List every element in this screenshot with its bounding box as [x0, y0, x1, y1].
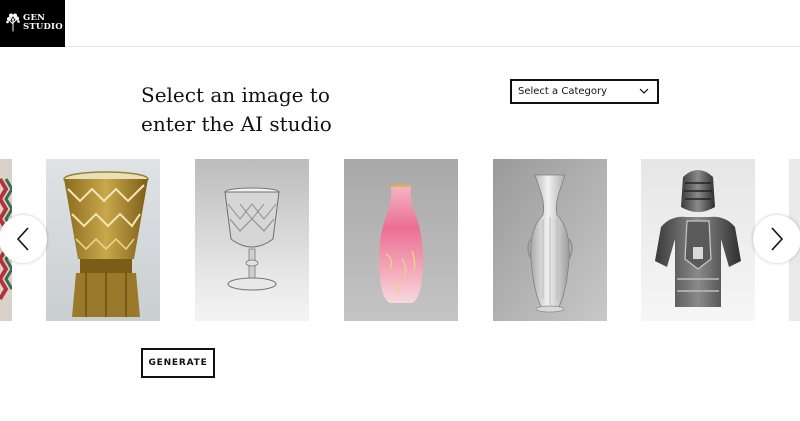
chevron-left-icon	[16, 227, 29, 251]
category-select-value: Select a Category	[518, 86, 608, 97]
carousel-item-pink-satin-glass-vase[interactable]	[344, 159, 458, 321]
chevron-right-icon	[771, 227, 784, 251]
carousel-item-suit-of-armor[interactable]	[641, 159, 755, 321]
carousel-item-white-porcelain-vase[interactable]	[493, 159, 607, 321]
gen-studio-logo[interactable]: GEN STUDIO	[0, 0, 65, 47]
page-title-line-1: Select an image to	[141, 83, 330, 107]
carousel-prev-button[interactable]	[0, 215, 47, 263]
carousel-item-cut-glass-goblet[interactable]	[195, 159, 309, 321]
image-carousel	[0, 158, 800, 322]
logo-line-2: STUDIO	[23, 22, 63, 32]
top-bar: GEN STUDIO	[0, 0, 800, 47]
logo-wordmark: GEN STUDIO	[23, 14, 63, 32]
chevron-down-icon	[639, 88, 649, 94]
footnote-text	[141, 414, 661, 421]
tree-icon	[6, 13, 20, 32]
page-title-line-2: enter the AI studio	[141, 112, 332, 136]
category-select[interactable]: Select a Category	[510, 79, 659, 104]
carousel-item-amber-glass-beaker[interactable]	[46, 159, 160, 321]
page-title: Select an image to enter the AI studio	[141, 81, 441, 139]
carousel-next-button[interactable]	[753, 215, 800, 263]
generate-button[interactable]: GENERATE	[141, 348, 215, 378]
